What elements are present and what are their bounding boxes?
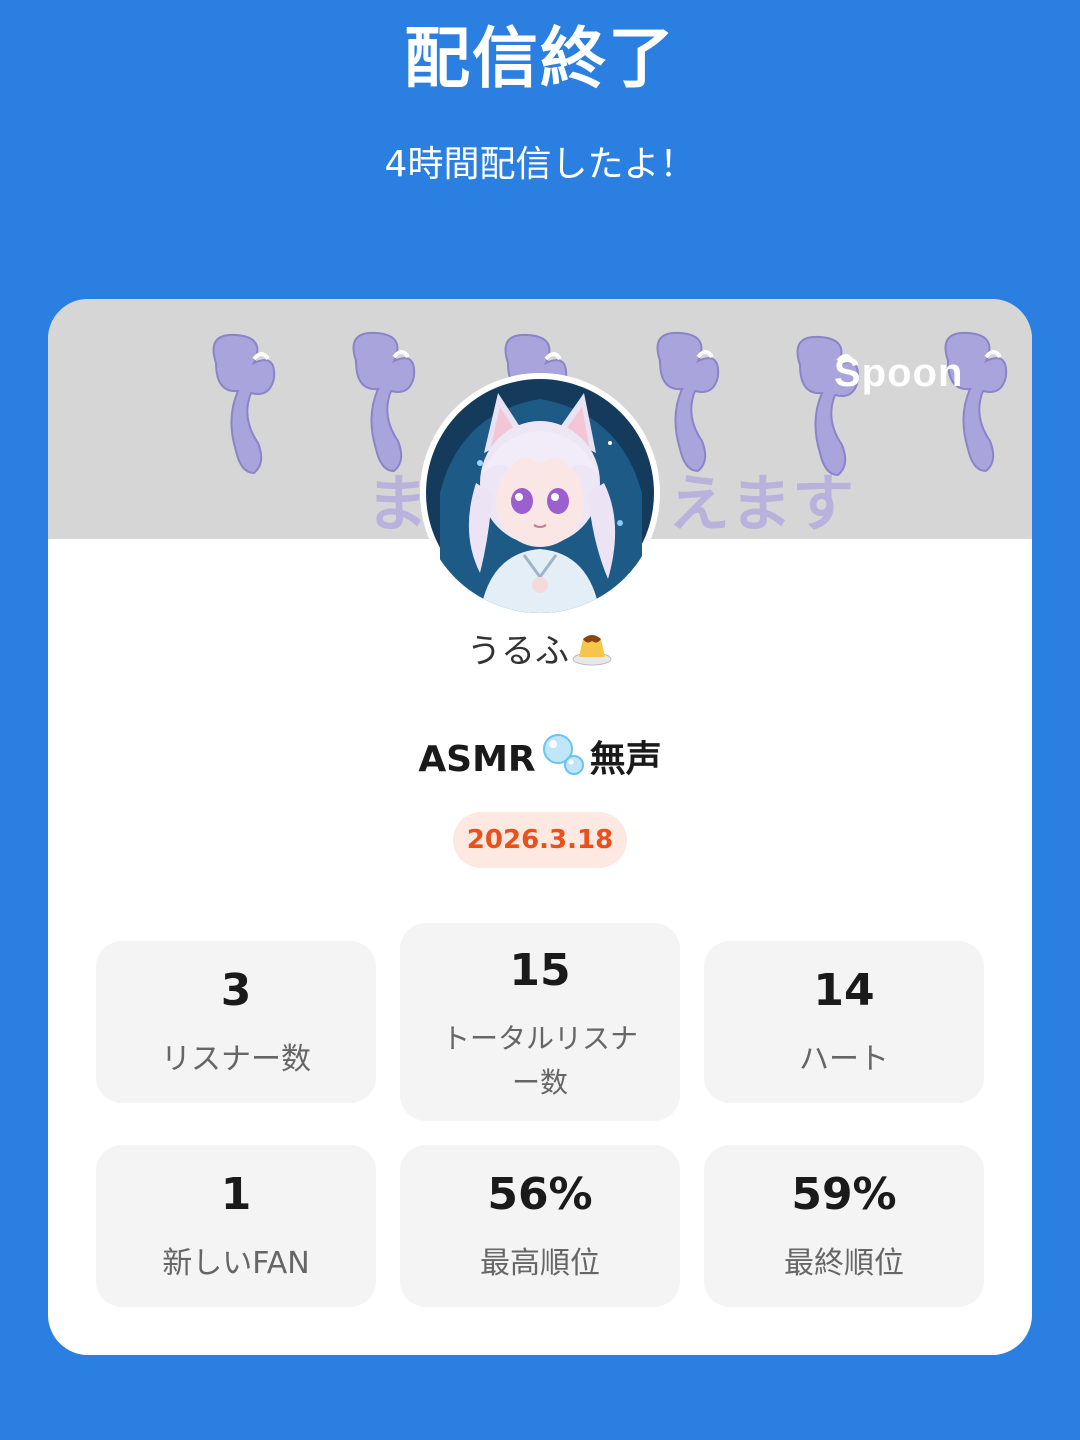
stat-label: ハート: [799, 1042, 889, 1077]
stat-value: 59%: [791, 1169, 897, 1220]
username-text: うるふ: [467, 631, 569, 672]
stream-summary-card: ま えます Spoon うるふ ASMR 無声 2026.3.18 3 リスナー…: [48, 299, 1032, 1355]
stream-ended-screen: 配信終了 4時間配信したよ！ ま えます Spoon うるふ ASMR 無声 2…: [0, 0, 1080, 1440]
stat-value: 15: [509, 945, 571, 996]
stat-final-rank: 59% 最終順位: [704, 1145, 984, 1307]
stat-label: 最終順位: [784, 1246, 904, 1281]
stat-hearts: 14 ハート: [704, 941, 984, 1103]
stat-label: 最高順位: [480, 1246, 600, 1281]
stat-label: トータルリスナー数: [441, 1022, 638, 1099]
stat-listeners: 3 リスナー数: [96, 941, 376, 1103]
stat-value: 14: [813, 965, 875, 1016]
pudding-icon: [571, 627, 613, 679]
stat-total-listeners: 15 トータルリスナー数: [400, 923, 680, 1121]
stat-highest-rank: 56% 最高順位: [400, 1145, 680, 1307]
stream-title: ASMR 無声: [48, 731, 1032, 791]
avatar-illustration: [420, 373, 660, 613]
bubbles-icon: [540, 731, 586, 791]
page-subtitle: 4時間配信したよ！: [384, 144, 696, 185]
page-title: 配信終了: [404, 20, 676, 97]
stat-label: 新しいFAN: [162, 1246, 310, 1281]
stat-value: 3: [220, 965, 252, 1016]
svg-text:ま: ま: [366, 467, 428, 539]
svg-text:えます: えます: [668, 467, 854, 539]
avatar[interactable]: [420, 373, 660, 613]
stat-value: 56%: [487, 1169, 593, 1220]
stat-label: リスナー数: [161, 1042, 311, 1077]
stream-date-badge: 2026.3.18: [453, 812, 627, 868]
stream-title-suffix: 無声: [589, 739, 662, 780]
username[interactable]: うるふ: [48, 627, 1032, 679]
stat-new-fans: 1 新しいFAN: [96, 1145, 376, 1307]
stream-title-prefix: ASMR: [418, 739, 536, 780]
stat-value: 1: [220, 1169, 252, 1220]
spoon-logo: Spoon: [834, 351, 964, 395]
